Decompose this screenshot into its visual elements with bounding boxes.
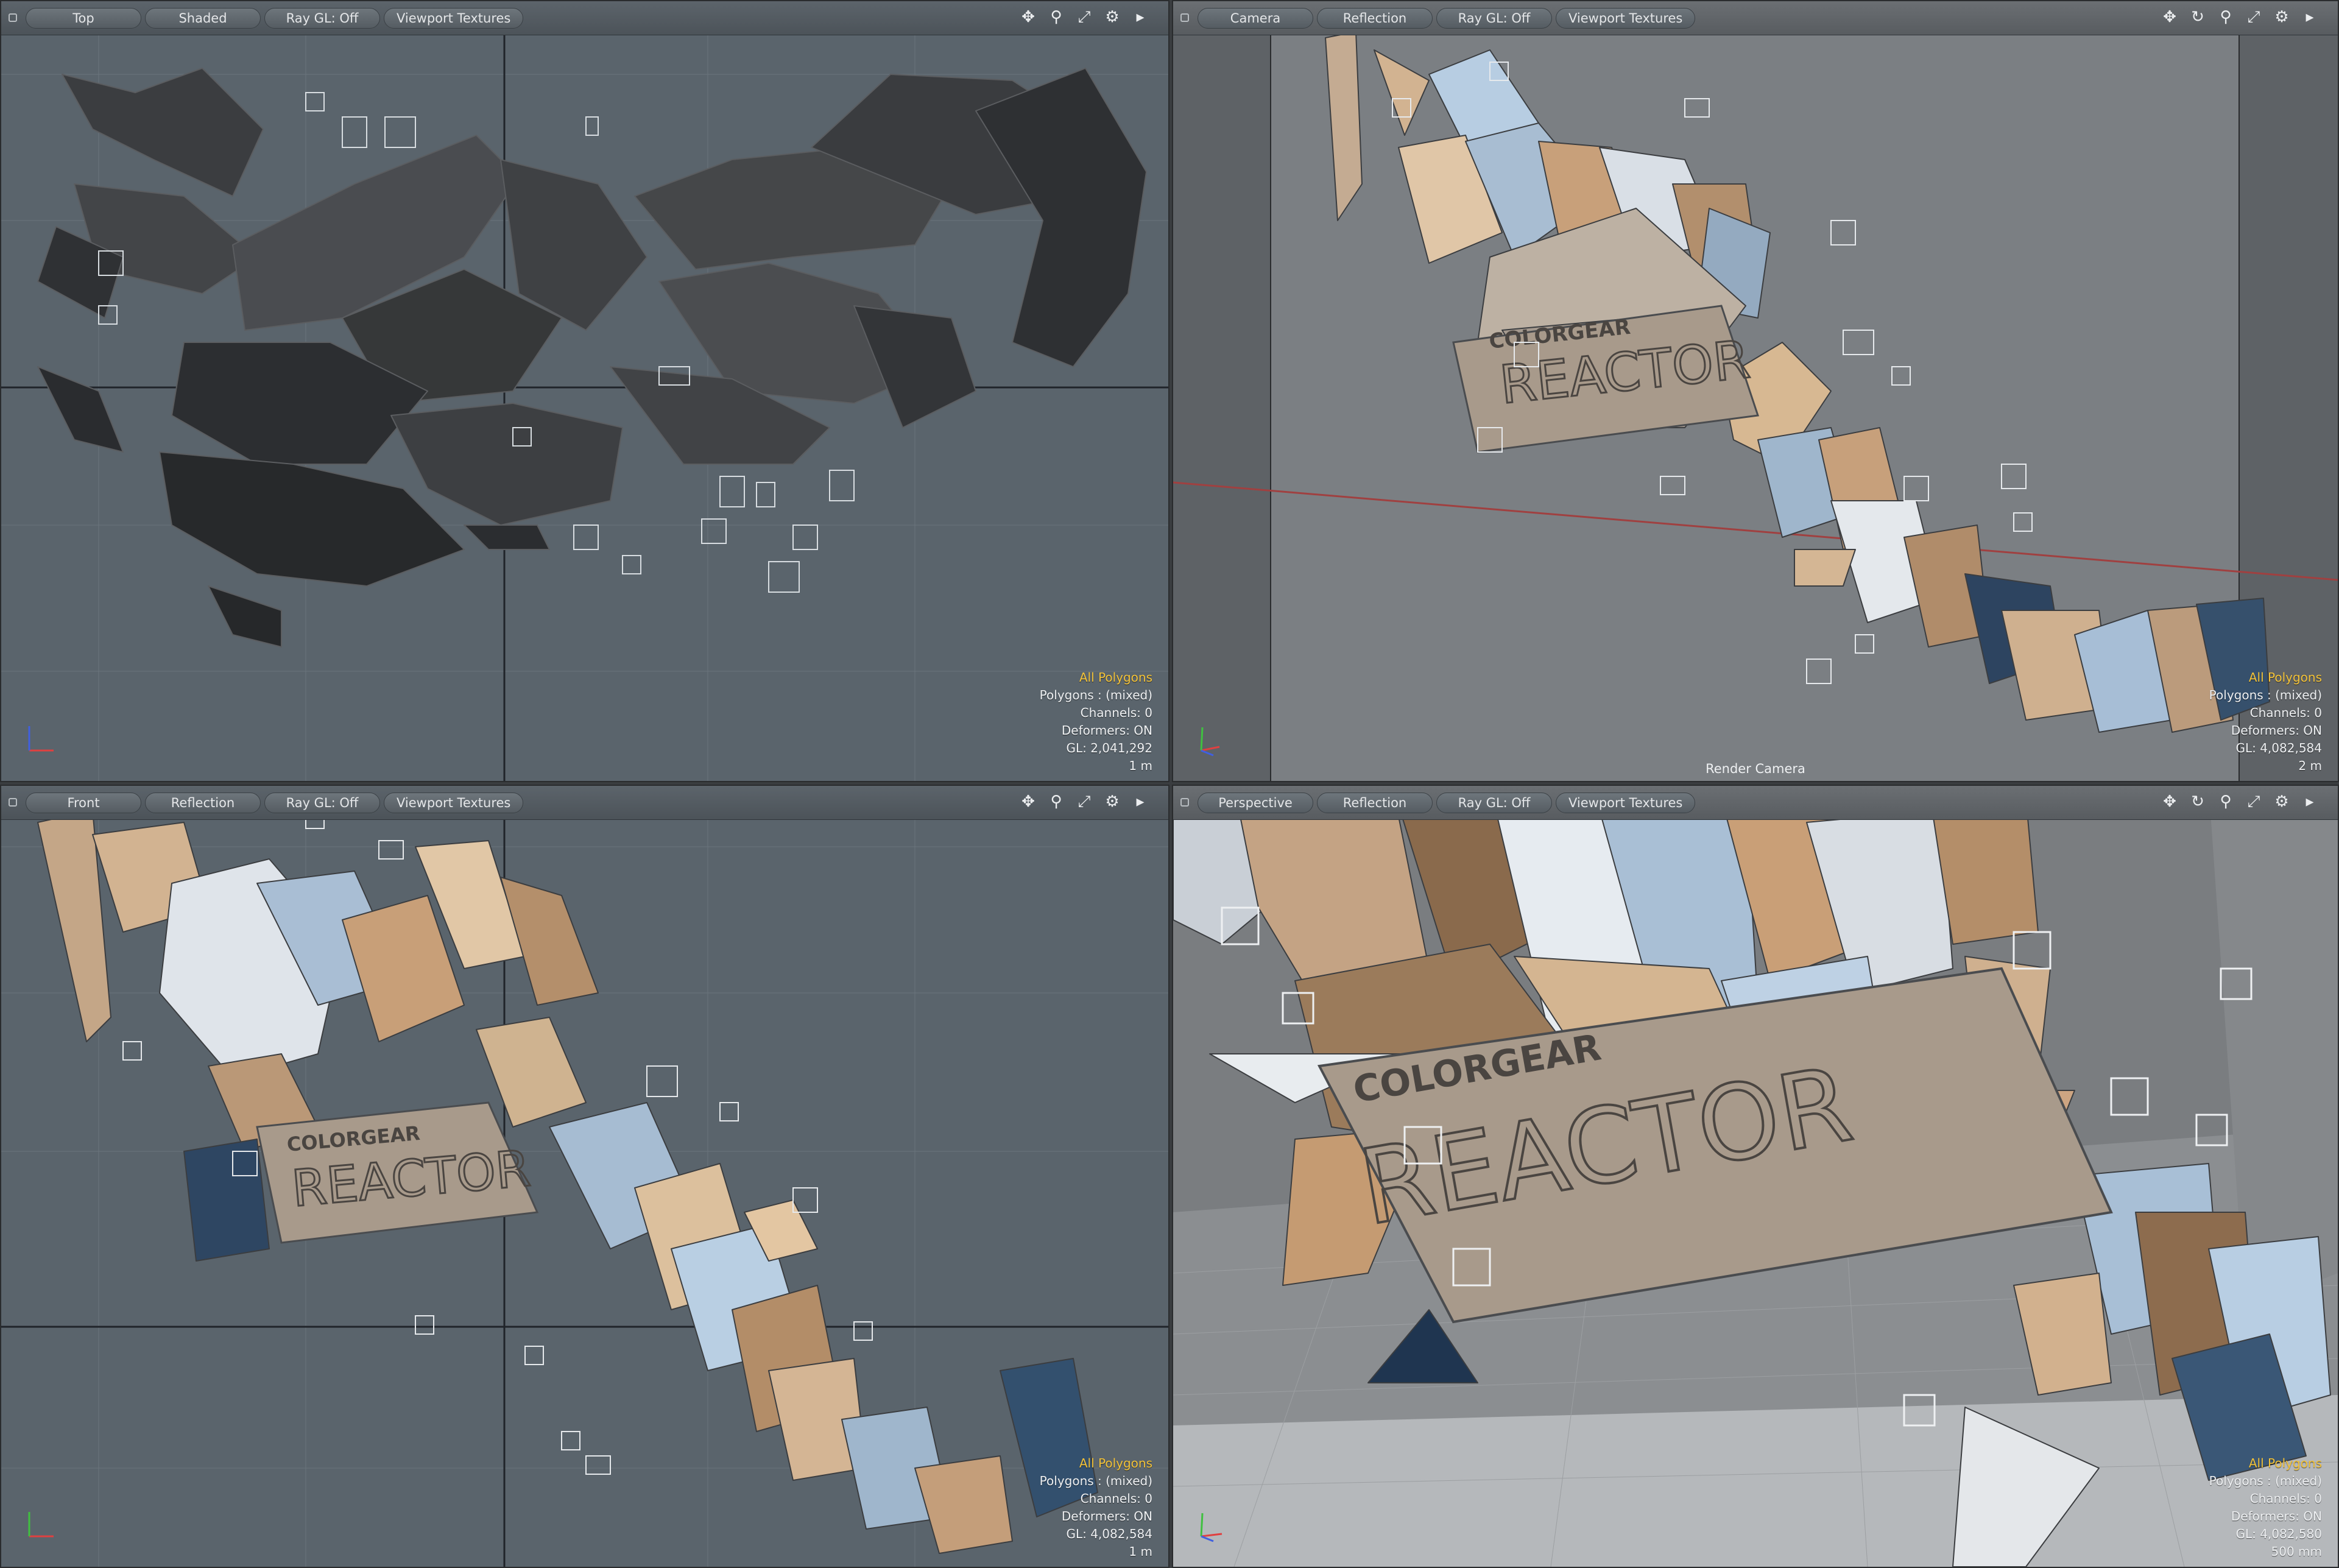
gl-count: GL: 4,082,584 — [2235, 741, 2322, 755]
chrome-shard-trail — [37, 810, 1098, 1554]
selection-mode: All Polygons — [1079, 670, 1152, 685]
channels-count: Channels: 0 — [1080, 705, 1152, 720]
viewport-info: All Polygons Polygons : (mixed) Channels… — [2209, 1455, 2322, 1561]
gear-icon[interactable]: ⚙ — [2272, 7, 2291, 27]
gl-count: GL: 4,082,580 — [2235, 1527, 2322, 1541]
channels-count: Channels: 0 — [2249, 705, 2322, 720]
shading-button[interactable]: Reflection — [145, 792, 261, 813]
viewport-camera-toolbar: Camera Reflection Ray GL: Off Viewport T… — [1173, 1, 2338, 35]
viewport-menu-icon[interactable] — [9, 798, 17, 807]
polygons-count: Polygons : (mixed) — [2209, 688, 2322, 702]
selection-mode: All Polygons — [2248, 670, 2322, 685]
shading-button[interactable]: Reflection — [1317, 792, 1433, 813]
zoom-icon[interactable]: ⚲ — [2216, 7, 2235, 27]
viewport-nav-icons: ✥ ↻ ⚲ ⤢ ⚙ ▸ — [2160, 792, 2320, 811]
viewport-textures-button[interactable]: Viewport Textures — [1556, 7, 1696, 29]
axis-gizmo-icon — [1200, 1513, 1222, 1542]
axis-gizmo-icon — [28, 1512, 54, 1538]
gear-icon[interactable]: ⚙ — [1102, 7, 1122, 27]
viewport-camera[interactable]: COLORGEAR REACTOR Camera Reflection Ray … — [1172, 0, 2339, 782]
viewport-info: All Polygons Polygons : (mixed) Channels… — [2209, 669, 2322, 775]
viewport-menu-icon[interactable] — [1180, 798, 1189, 807]
gl-count: GL: 2,041,292 — [1066, 741, 1152, 755]
viewport-nav-icons: ✥ ⚲ ⤢ ⚙ ▸ — [1018, 7, 1150, 27]
selection-mode: All Polygons — [2248, 1456, 2322, 1471]
view-type-button[interactable]: Camera — [1198, 7, 1313, 29]
axis-gizmo-icon — [28, 726, 54, 752]
render-camera-label: Render Camera — [1706, 761, 1805, 776]
viewport-textures-button[interactable]: Viewport Textures — [384, 792, 524, 813]
zoom-icon[interactable]: ⚲ — [2216, 792, 2235, 811]
grid-scale: 1 m — [1129, 758, 1152, 773]
more-icon[interactable]: ▸ — [1131, 792, 1150, 811]
polygons-count: Polygons : (mixed) — [1039, 1474, 1152, 1488]
viewport-info: All Polygons Polygons : (mixed) Channels… — [1040, 669, 1152, 775]
raygl-button[interactable]: Ray GL: Off — [1436, 7, 1552, 29]
zoom-icon[interactable]: ⚲ — [1046, 7, 1066, 27]
viewport-perspective[interactable]: COLORGEAR REACTOR Perspective Reflection… — [1172, 785, 2339, 1568]
maximize-icon[interactable]: ⤢ — [2244, 7, 2263, 27]
viewport-menu-icon[interactable] — [1180, 13, 1189, 22]
shading-button[interactable]: Shaded — [145, 7, 261, 29]
viewport-perspective-toolbar: Perspective Reflection Ray GL: Off Viewp… — [1173, 786, 2338, 820]
deformers-status: Deformers: ON — [1061, 1509, 1152, 1524]
channels-count: Channels: 0 — [2249, 1491, 2322, 1506]
rotate-view-icon[interactable]: ↻ — [2188, 792, 2207, 811]
deformers-status: Deformers: ON — [2231, 1509, 2322, 1524]
gl-count: GL: 4,082,584 — [1066, 1527, 1152, 1541]
polygons-count: Polygons : (mixed) — [2209, 1474, 2322, 1488]
selection-mode: All Polygons — [1079, 1456, 1152, 1471]
raygl-button[interactable]: Ray GL: Off — [264, 792, 380, 813]
maximize-icon[interactable]: ⤢ — [1074, 7, 1094, 27]
grid-scale: 500 mm — [2271, 1544, 2323, 1559]
deformers-status: Deformers: ON — [1061, 723, 1152, 738]
deformers-status: Deformers: ON — [2231, 723, 2322, 738]
dark-mesh-cloud — [37, 68, 1147, 648]
reactor-sign: COLORGEAR REACTOR — [256, 1101, 539, 1244]
more-icon[interactable]: ▸ — [2300, 792, 2320, 811]
viewport-top-toolbar: Top Shaded Ray GL: Off Viewport Textures… — [1, 1, 1168, 35]
channels-count: Channels: 0 — [1080, 1491, 1152, 1506]
move-view-icon[interactable]: ✥ — [2160, 7, 2179, 27]
grid-scale: 1 m — [1129, 1544, 1152, 1559]
viewport-front[interactable]: COLORGEAR REACTOR Front Reflection Ray G… — [0, 785, 1170, 1568]
viewport-front-scene[interactable]: COLORGEAR REACTOR — [1, 786, 1168, 1567]
gear-icon[interactable]: ⚙ — [1102, 792, 1122, 811]
move-view-icon[interactable]: ✥ — [2160, 792, 2179, 811]
maximize-icon[interactable]: ⤢ — [1074, 792, 1094, 811]
axis-gizmo-icon — [1200, 727, 1220, 757]
raygl-button[interactable]: Ray GL: Off — [1436, 792, 1552, 813]
more-icon[interactable]: ▸ — [2300, 7, 2320, 27]
grid-scale: 2 m — [2298, 758, 2322, 773]
gear-icon[interactable]: ⚙ — [2272, 792, 2291, 811]
viewport-camera-scene[interactable]: COLORGEAR REACTOR — [1173, 1, 2338, 781]
viewport-menu-icon[interactable] — [9, 13, 17, 22]
maximize-icon[interactable]: ⤢ — [2244, 792, 2263, 811]
viewport-nav-icons: ✥ ↻ ⚲ ⤢ ⚙ ▸ — [2160, 7, 2320, 27]
viewport-info: All Polygons Polygons : (mixed) Channels… — [1040, 1455, 1152, 1561]
more-icon[interactable]: ▸ — [1131, 7, 1150, 27]
view-type-button[interactable]: Top — [26, 7, 141, 29]
viewport-front-toolbar: Front Reflection Ray GL: Off Viewport Te… — [1, 786, 1168, 820]
raygl-button[interactable]: Ray GL: Off — [264, 7, 380, 29]
view-type-button[interactable]: Perspective — [1198, 792, 1313, 813]
viewport-top-scene[interactable] — [1, 1, 1168, 781]
viewport-textures-button[interactable]: Viewport Textures — [384, 7, 524, 29]
viewport-textures-button[interactable]: Viewport Textures — [1556, 792, 1696, 813]
move-view-icon[interactable]: ✥ — [1018, 792, 1038, 811]
zoom-icon[interactable]: ⚲ — [1046, 792, 1066, 811]
move-view-icon[interactable]: ✥ — [1018, 7, 1038, 27]
polygons-count: Polygons : (mixed) — [1039, 688, 1152, 702]
view-type-button[interactable]: Front — [26, 792, 141, 813]
viewport-perspective-scene[interactable]: COLORGEAR REACTOR — [1173, 786, 2338, 1567]
shading-button[interactable]: Reflection — [1317, 7, 1433, 29]
viewport-nav-icons: ✥ ⚲ ⤢ ⚙ ▸ — [1018, 792, 1150, 811]
viewport-top[interactable]: Top Shaded Ray GL: Off Viewport Textures… — [0, 0, 1170, 782]
rotate-view-icon[interactable]: ↻ — [2188, 7, 2207, 27]
